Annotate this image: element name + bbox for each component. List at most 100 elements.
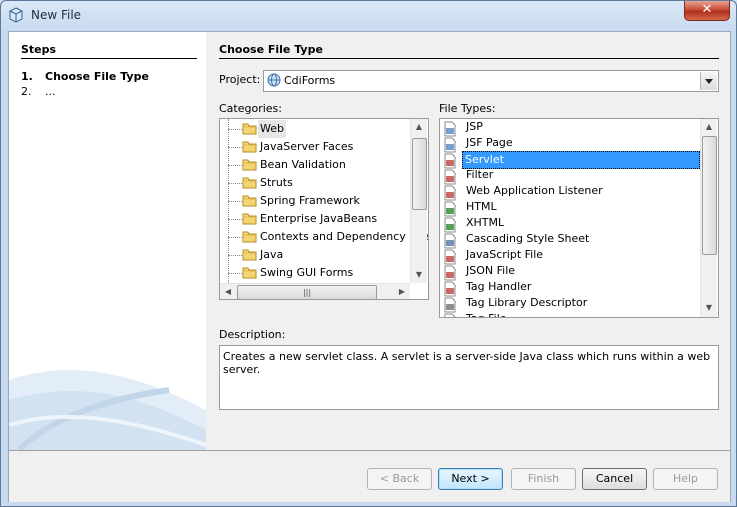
tree-connector xyxy=(228,219,242,220)
file-type-icon xyxy=(444,185,456,201)
scroll-down-arrow-icon[interactable]: ▼ xyxy=(411,267,427,283)
folder-icon xyxy=(242,249,257,261)
decorative-swoosh-image xyxy=(9,370,206,450)
project-globe-icon xyxy=(267,73,281,87)
chevron-down-icon[interactable] xyxy=(700,72,717,90)
file-type-icon xyxy=(444,121,456,137)
folder-icon xyxy=(242,141,257,153)
file-types-label: File Types: xyxy=(439,102,496,115)
cancel-button[interactable]: Cancel xyxy=(582,468,647,490)
close-button[interactable]: ✕ xyxy=(684,1,730,21)
category-label: Contexts and Dependency Inje xyxy=(260,230,429,243)
file-type-icon xyxy=(444,233,456,249)
file-type-icon xyxy=(444,265,456,281)
divider xyxy=(21,58,197,59)
category-item[interactable]: Spring Framework xyxy=(220,192,410,210)
scroll-left-arrow-icon[interactable]: ◀ xyxy=(220,284,236,299)
button-bar: < Back Next > Finish Cancel Help xyxy=(9,450,730,502)
scroll-down-arrow-icon[interactable]: ▼ xyxy=(701,300,717,316)
file-type-item[interactable]: Tag File xyxy=(440,311,698,317)
divider xyxy=(219,58,719,59)
category-item[interactable]: Bean Validation xyxy=(220,156,410,174)
tree-connector xyxy=(228,129,242,130)
tree-connector xyxy=(228,165,242,166)
step-number: 1. xyxy=(21,70,33,83)
folder-icon xyxy=(242,177,257,189)
finish-button[interactable]: Finish xyxy=(511,468,576,490)
file-type-label: JSF Page xyxy=(466,136,513,149)
file-type-icon xyxy=(444,201,456,217)
category-label: Java xyxy=(260,248,284,261)
tree-connector xyxy=(228,183,242,184)
category-item[interactable]: Struts xyxy=(220,174,410,192)
file-type-label: Web Application Listener xyxy=(466,184,603,197)
file-type-icon xyxy=(444,153,456,169)
steps-title: Steps xyxy=(21,43,57,56)
file-type-icon xyxy=(444,297,456,313)
scroll-right-arrow-icon[interactable]: ▶ xyxy=(394,284,410,299)
step-label: Choose File Type xyxy=(45,70,149,83)
category-item[interactable]: JavaServer Faces xyxy=(220,138,410,156)
folder-icon xyxy=(242,213,257,225)
scroll-up-arrow-icon[interactable]: ▲ xyxy=(411,119,427,135)
categories-tree[interactable]: Web JavaServer Faces Bean Validation Struts… xyxy=(219,118,429,300)
window-title: New File xyxy=(31,8,82,22)
category-label: Swing GUI Forms xyxy=(260,266,354,279)
file-type-label: JSON File xyxy=(466,264,516,277)
description-text: Creates a new servlet class. A servlet i… xyxy=(223,350,711,376)
file-type-icon xyxy=(444,217,456,233)
category-label: Struts xyxy=(260,176,293,189)
file-type-label: Tag Handler xyxy=(466,280,532,293)
categories-label: Categories: xyxy=(219,102,282,115)
file-types-list[interactable]: JSP JSF Page Servlet Filter Web Application … xyxy=(439,118,719,318)
description-label: Description: xyxy=(219,328,286,341)
file-type-label: XHTML xyxy=(466,216,505,229)
project-label: Project: xyxy=(219,73,261,86)
step-item-1: 1. Choose File Type xyxy=(21,70,149,83)
file-type-label: Servlet xyxy=(462,151,700,169)
category-label: Web xyxy=(258,120,286,138)
category-item[interactable]: Web xyxy=(220,120,410,138)
step-number: 2. xyxy=(21,85,32,98)
file-type-icon xyxy=(444,281,456,297)
category-label: Enterprise JavaBeans xyxy=(260,212,378,225)
file-type-label: HTML xyxy=(466,200,497,213)
scrollbar-thumb[interactable]: ||| xyxy=(237,285,377,299)
file-type-label: Tag File xyxy=(464,311,509,317)
category-item[interactable]: Swing GUI Forms xyxy=(220,264,410,282)
steps-panel: Steps 1. Choose File Type 2.... xyxy=(9,32,206,450)
dialog-content: Steps 1. Choose File Type 2.... Choose Fi… xyxy=(8,31,731,502)
tree-connector xyxy=(228,237,242,238)
scrollbar-thumb[interactable] xyxy=(412,138,427,210)
help-button[interactable]: Help xyxy=(653,468,718,490)
step-item-2: 2.... xyxy=(21,85,56,98)
category-item[interactable]: Enterprise JavaBeans xyxy=(220,210,410,228)
tree-connector xyxy=(228,255,242,256)
tree-connector xyxy=(228,147,242,148)
file-type-icon xyxy=(444,169,456,185)
category-label: Bean Validation xyxy=(260,158,346,171)
scroll-up-arrow-icon[interactable]: ▲ xyxy=(701,119,717,135)
tree-connector xyxy=(228,201,242,202)
file-type-icon xyxy=(444,249,456,265)
file-type-label: Cascading Style Sheet xyxy=(466,232,590,245)
main-panel: Choose File Type Project: CdiForms Categ… xyxy=(206,32,730,450)
file-types-vertical-scrollbar[interactable]: ▲ ▼ xyxy=(700,119,717,317)
new-file-dialog: New File ✕ Steps 1. Choose File Type 2...… xyxy=(0,0,737,507)
back-button[interactable]: < Back xyxy=(367,468,432,490)
scrollbar-thumb[interactable] xyxy=(702,136,717,255)
folder-icon xyxy=(242,123,257,135)
category-item[interactable]: Java xyxy=(220,246,410,264)
file-type-label: JSP xyxy=(466,120,483,133)
category-item[interactable]: Contexts and Dependency Inje xyxy=(220,228,428,246)
folder-icon xyxy=(242,195,257,207)
project-dropdown[interactable]: CdiForms xyxy=(263,70,719,92)
title-bar: New File ✕ xyxy=(1,1,736,31)
file-type-icon xyxy=(444,137,456,153)
project-value: CdiForms xyxy=(284,74,336,87)
categories-vertical-scrollbar[interactable]: ▲ ▼ xyxy=(410,119,427,283)
next-button[interactable]: Next > xyxy=(438,468,503,490)
category-label: JavaServer Faces xyxy=(260,140,354,153)
page-title: Choose File Type xyxy=(219,43,323,56)
categories-horizontal-scrollbar[interactable]: ◀ ||| ▶ xyxy=(220,283,410,299)
